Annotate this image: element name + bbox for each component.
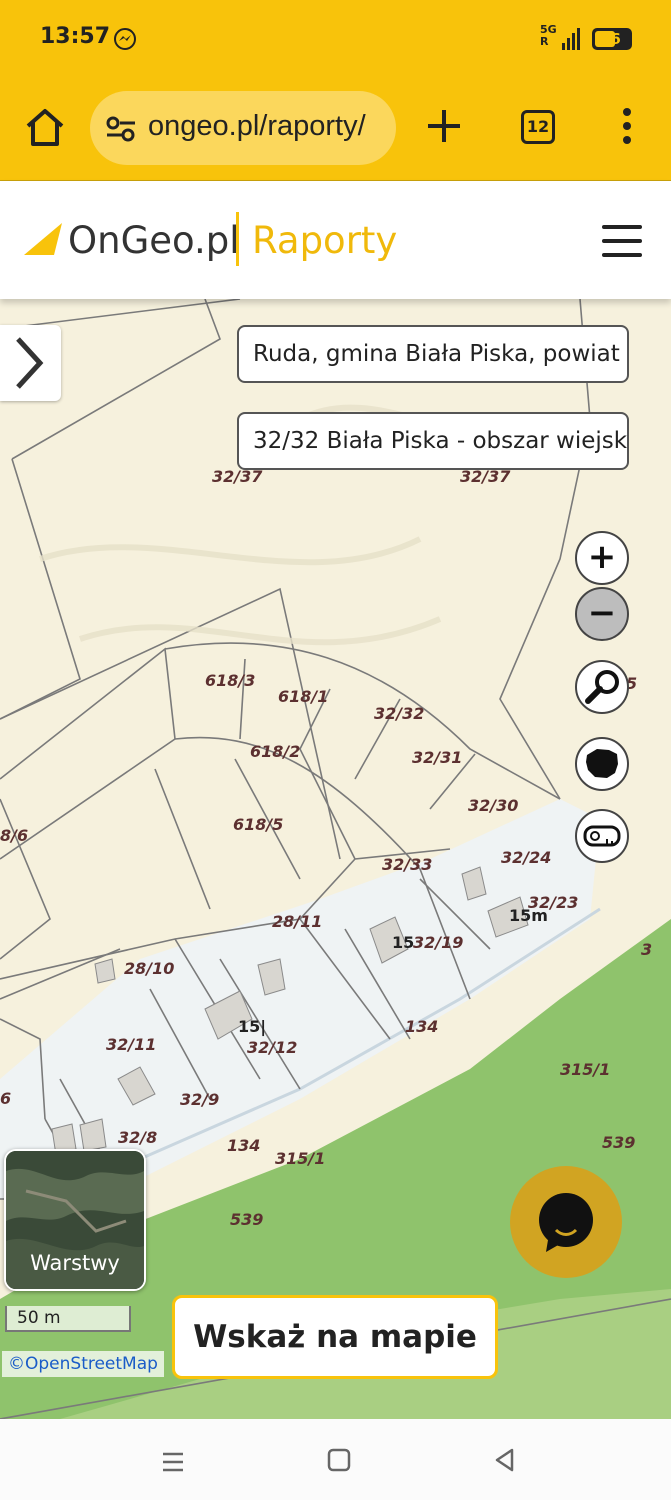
- parcel-label: 618/2: [250, 742, 301, 761]
- chevron-right-icon: [16, 337, 44, 389]
- status-time: 13:57: [40, 24, 111, 49]
- browser-toolbar: ongeo.pl/raporty/ 12: [0, 76, 671, 181]
- parcel-label: 8/6: [0, 826, 29, 845]
- parcel-label: 539: [230, 1210, 264, 1229]
- chat-icon: [539, 1193, 593, 1252]
- site-settings-icon[interactable]: [106, 116, 136, 142]
- side-panel-toggle[interactable]: [0, 325, 61, 401]
- new-tab-icon[interactable]: [424, 106, 464, 146]
- logo-icon: [24, 223, 62, 255]
- logo-name[interactable]: OnGeo.pl: [68, 219, 240, 262]
- layers-label: Warstwy: [30, 1251, 120, 1275]
- parcel-label: 6: [0, 1089, 12, 1108]
- battery-level: 36: [600, 30, 621, 48]
- poland-map-button[interactable]: [575, 737, 629, 791]
- parcel-label: 539: [602, 1133, 636, 1152]
- url-text[interactable]: ongeo.pl/raporty/: [148, 110, 384, 143]
- parcel-label: 32/31: [412, 748, 463, 767]
- parcel-label: 315/1: [275, 1149, 326, 1168]
- parcel-label: 3: [641, 940, 653, 959]
- status-bar: 13:57 5G R 36: [0, 0, 671, 76]
- chat-button[interactable]: [510, 1166, 622, 1278]
- parcel-search-input[interactable]: 32/32 Biała Piska - obszar wiejski: [237, 412, 629, 470]
- zoom-out-button[interactable]: −: [575, 587, 629, 641]
- battery-icon: 36: [592, 28, 632, 50]
- site-header: OnGeo.pl Raporty: [0, 181, 671, 299]
- more-icon[interactable]: [618, 106, 636, 146]
- parcel-label: 32/9: [180, 1090, 220, 1109]
- magnifier-icon: [585, 670, 619, 704]
- parcel-label: 32/12: [247, 1038, 298, 1057]
- house-number: 15m: [509, 906, 548, 925]
- address-bar[interactable]: ongeo.pl/raporty/: [90, 91, 396, 165]
- parcel-label: 134: [405, 1017, 439, 1036]
- parcel-label: 32/32: [374, 704, 425, 723]
- layers-button[interactable]: Warstwy: [4, 1149, 146, 1291]
- back-icon[interactable]: [492, 1447, 518, 1473]
- parcel-label: 32/8: [118, 1128, 158, 1147]
- search-map-button[interactable]: [575, 660, 629, 714]
- parcel-label: 618/3: [205, 671, 256, 690]
- hamburger-icon[interactable]: [602, 225, 642, 257]
- parcel-label: 32/30: [468, 796, 519, 815]
- house-number: 15: [392, 933, 415, 952]
- poland-icon: [586, 749, 618, 778]
- parcel-label: 32/19: [413, 933, 464, 952]
- house-number: 15|: [238, 1017, 267, 1036]
- map-view[interactable]: 32/37 32/37 618/3 618/1 32/32 618/2 32/3…: [0, 299, 671, 1419]
- messenger-icon: [114, 28, 136, 50]
- tabs-icon[interactable]: 12: [521, 110, 555, 144]
- parcel-label: 28/11: [272, 912, 323, 931]
- logo-section[interactable]: Raporty: [252, 219, 397, 262]
- parcel-label: 134: [227, 1136, 261, 1155]
- tape-measure-icon: [583, 825, 621, 847]
- parcel-label: 32/24: [501, 848, 552, 867]
- osm-attribution[interactable]: ©OpenStreetMap: [2, 1351, 164, 1377]
- parcel-label: 32/11: [106, 1035, 157, 1054]
- recents-icon[interactable]: [160, 1449, 186, 1475]
- location-search-input[interactable]: Ruda, gmina Biała Piska, powiat piski: [237, 325, 629, 383]
- parcel-label: 28/10: [124, 959, 175, 978]
- parcel-label: 32/33: [382, 855, 433, 874]
- home-nav-icon[interactable]: [326, 1447, 352, 1473]
- scale-bar: 50 m: [5, 1306, 131, 1332]
- zoom-in-button[interactable]: +: [575, 531, 629, 585]
- home-icon[interactable]: [22, 104, 68, 150]
- measure-button[interactable]: [575, 809, 629, 863]
- point-on-map-button[interactable]: Wskaż na mapie: [172, 1295, 498, 1379]
- parcel-label: 315/1: [560, 1060, 611, 1079]
- signal-icon: [562, 28, 580, 50]
- parcel-label: 618/5: [233, 815, 284, 834]
- logo-divider: [236, 212, 239, 266]
- system-nav-bar: [0, 1419, 671, 1500]
- parcel-label: 618/1: [278, 687, 329, 706]
